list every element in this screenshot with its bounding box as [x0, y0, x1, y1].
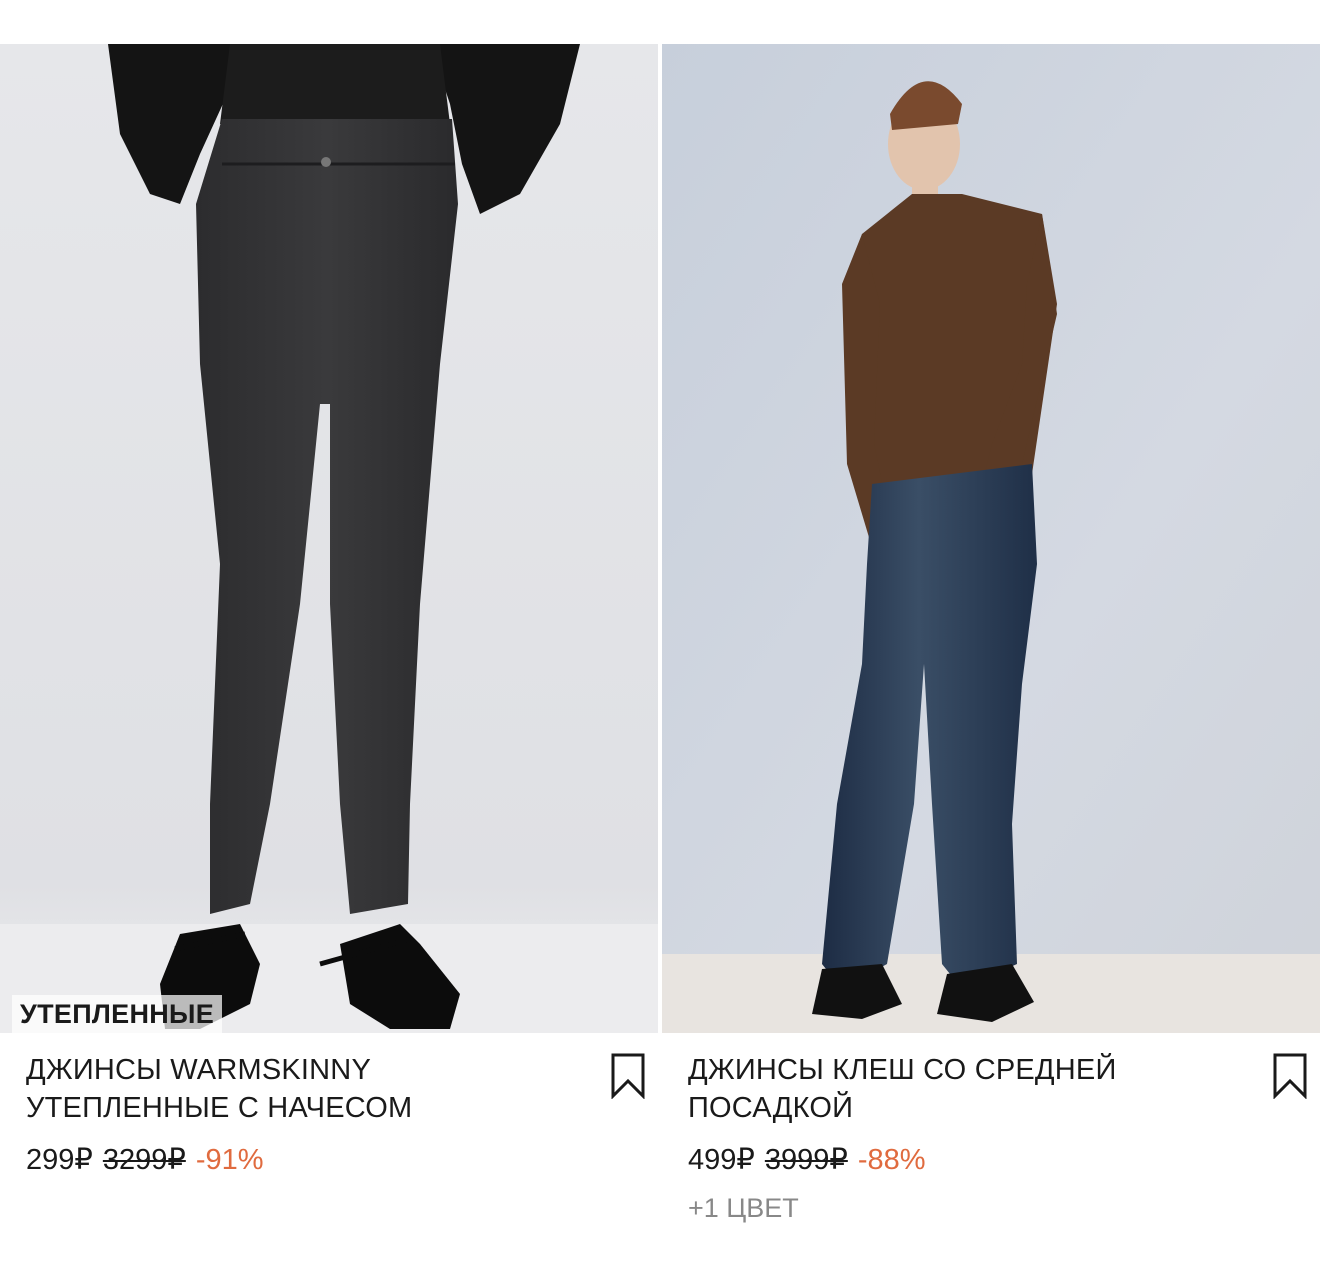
product-image-skinny-jeans	[0, 44, 658, 1033]
price-row: 499₽ 3999₽ -88%	[688, 1141, 1240, 1179]
more-colors-label[interactable]: +1 ЦВЕТ	[688, 1193, 1240, 1224]
product-info: ДЖИНСЫ WARMSKINNY УТЕПЛЕННЫЕ С НАЧЕСОМ 2…	[0, 1033, 658, 1264]
bookmark-icon[interactable]	[610, 1053, 646, 1100]
discount-label: -88%	[857, 1144, 926, 1176]
price-row: 299₽ 3299₽ -91%	[26, 1141, 578, 1179]
current-price: 299₽	[26, 1144, 93, 1176]
old-price: 3299₽	[102, 1144, 186, 1176]
old-price: 3999₽	[764, 1144, 848, 1176]
product-image-flare-jeans	[662, 44, 1320, 1033]
current-price: 499₽	[688, 1144, 755, 1176]
product-photo[interactable]: УТЕПЛЕННЫЕ	[0, 44, 658, 1033]
product-title[interactable]: ДЖИНСЫ WARMSKINNY УТЕПЛЕННЫЕ С НАЧЕСОМ	[26, 1051, 578, 1127]
discount-label: -91%	[195, 1144, 264, 1176]
product-grid: УТЕПЛЕННЫЕ ДЖИНСЫ WARMSKINNY УТЕПЛЕННЫЕ …	[0, 44, 1320, 1264]
product-card-1[interactable]: УТЕПЛЕННЫЕ ДЖИНСЫ WARMSKINNY УТЕПЛЕННЫЕ …	[0, 44, 658, 1264]
bookmark-icon[interactable]	[1272, 1053, 1308, 1100]
product-photo[interactable]	[662, 44, 1320, 1033]
product-badge: УТЕПЛЕННЫЕ	[12, 995, 223, 1033]
product-info: ДЖИНСЫ КЛЕШ СО СРЕДНЕЙ ПОСАДКОЙ 499₽ 399…	[662, 1033, 1320, 1264]
product-card-2[interactable]: ДЖИНСЫ КЛЕШ СО СРЕДНЕЙ ПОСАДКОЙ 499₽ 399…	[662, 44, 1320, 1264]
product-title[interactable]: ДЖИНСЫ КЛЕШ СО СРЕДНЕЙ ПОСАДКОЙ	[688, 1051, 1240, 1127]
